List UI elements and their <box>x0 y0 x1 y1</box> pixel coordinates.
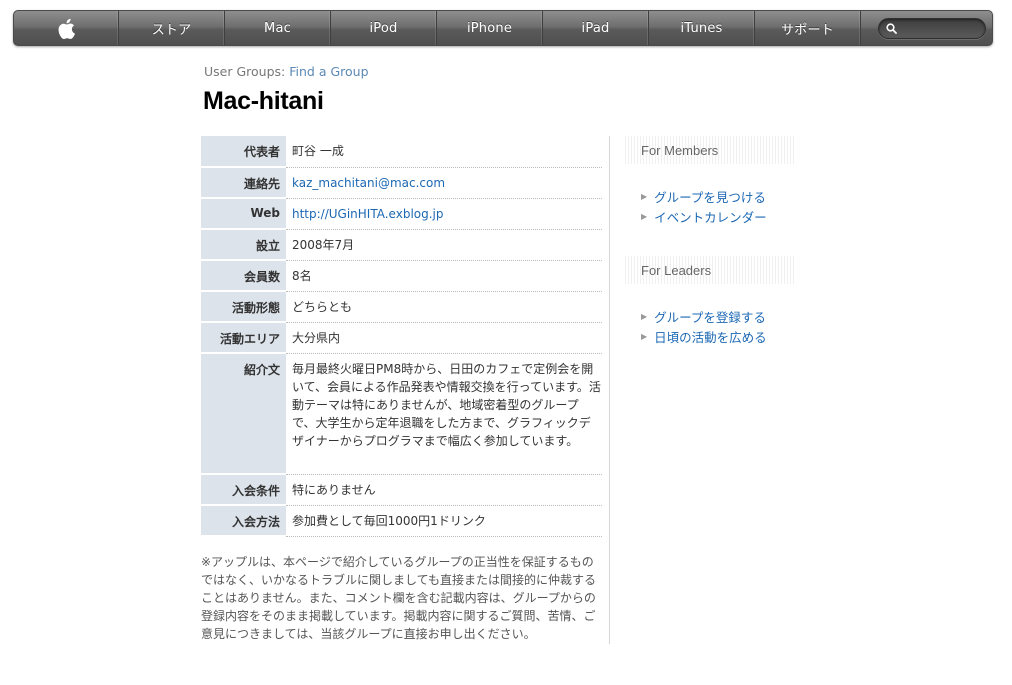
register-group-link[interactable]: グループを登録する <box>654 307 766 326</box>
table-row: Web http://UGinHITA.exblog.jp <box>201 198 602 230</box>
row-label: 会員数 <box>201 260 286 292</box>
row-value: 毎月最終火曜日PM8時から、日田のカフェで定例会を開いて、会員による作品発表や情… <box>286 353 602 475</box>
nav-ipad[interactable]: iPad <box>543 11 649 45</box>
list-item: ▶ イベントカレンダー <box>641 206 795 226</box>
sidebar-heading-members: For Members <box>625 136 795 164</box>
row-value: 町谷 一成 <box>286 136 602 168</box>
breadcrumb-prefix: User Groups: <box>204 64 286 79</box>
triangle-right-icon: ▶ <box>641 211 648 221</box>
row-value: kaz_machitani@mac.com <box>286 167 602 199</box>
nav-itunes[interactable]: iTunes <box>649 11 755 45</box>
row-value: 参加費として毎回1000円1ドリンク <box>286 505 602 537</box>
row-label: 連絡先 <box>201 167 286 199</box>
search-icon <box>886 22 897 34</box>
triangle-right-icon: ▶ <box>641 331 648 341</box>
find-group-link[interactable]: グループを見つける <box>654 187 766 206</box>
table-row: 会員数 8名 <box>201 260 602 292</box>
row-label: 活動エリア <box>201 322 286 354</box>
row-label: Web <box>201 198 286 230</box>
promote-activities-link[interactable]: 日頃の活動を広める <box>654 327 767 346</box>
row-value: 特にありません <box>286 474 602 506</box>
table-row: 紹介文 毎月最終火曜日PM8時から、日田のカフェで定例会を開いて、会員による作品… <box>201 353 602 475</box>
apple-logo-icon <box>58 18 75 39</box>
sidebar-heading-leaders: For Leaders <box>625 256 795 284</box>
row-label: 活動形態 <box>201 291 286 323</box>
nav-iphone[interactable]: iPhone <box>437 11 543 45</box>
group-details: 代表者 町谷 一成 連絡先 kaz_machitani@mac.com Web … <box>201 136 610 644</box>
row-value: 大分県内 <box>286 322 602 354</box>
disclaimer-text: ※アップルは、本ページで紹介しているグループの正当性を保証するものではなく、いか… <box>201 555 597 641</box>
list-item: ▶ 日頃の活動を広める <box>641 326 795 346</box>
row-label: 設立 <box>201 229 286 261</box>
nav-ipod[interactable]: iPod <box>331 11 437 45</box>
global-nav: ストア Mac iPod iPhone iPad iTunes サポート <box>13 10 993 46</box>
table-row: 連絡先 kaz_machitani@mac.com <box>201 167 602 199</box>
table-row: 活動形態 どちらとも <box>201 291 602 323</box>
page-title: Mac-hitani <box>203 87 324 115</box>
table-row: 設立 2008年7月 <box>201 229 602 261</box>
list-item: ▶ グループを見つける <box>641 186 795 206</box>
group-info-table: 代表者 町谷 一成 連絡先 kaz_machitani@mac.com Web … <box>201 136 602 537</box>
breadcrumb: User Groups: Find a Group <box>204 64 369 79</box>
sidebar: For Members ▶ グループを見つける ▶ イベントカレンダー For … <box>625 136 795 346</box>
nav-search-area <box>861 11 992 45</box>
row-label: 入会条件 <box>201 474 286 506</box>
contact-email-link[interactable]: kaz_machitani@mac.com <box>292 176 445 190</box>
row-value: 8名 <box>286 260 602 292</box>
list-item: ▶ グループを登録する <box>641 306 795 326</box>
table-row: 入会条件 特にありません <box>201 474 602 506</box>
nav-support[interactable]: サポート <box>755 11 861 45</box>
breadcrumb-find-a-group-link[interactable]: Find a Group <box>289 64 368 79</box>
table-row: 活動エリア 大分県内 <box>201 322 602 354</box>
event-calendar-link[interactable]: イベントカレンダー <box>654 207 767 226</box>
row-label: 入会方法 <box>201 505 286 537</box>
website-link[interactable]: http://UGinHITA.exblog.jp <box>292 207 444 221</box>
members-link-list: ▶ グループを見つける ▶ イベントカレンダー <box>625 186 795 226</box>
search-field[interactable] <box>878 17 986 39</box>
leaders-link-list: ▶ グループを登録する ▶ 日頃の活動を広める <box>625 306 795 346</box>
table-row: 代表者 町谷 一成 <box>201 136 602 168</box>
row-label: 紹介文 <box>201 353 286 475</box>
row-label: 代表者 <box>201 136 286 168</box>
triangle-right-icon: ▶ <box>641 191 648 201</box>
search-input[interactable] <box>901 21 981 35</box>
row-value: 2008年7月 <box>286 229 602 261</box>
nav-store[interactable]: ストア <box>119 11 225 45</box>
nav-apple-home[interactable] <box>14 11 119 45</box>
row-value: http://UGinHITA.exblog.jp <box>286 198 602 230</box>
nav-mac[interactable]: Mac <box>225 11 331 45</box>
triangle-right-icon: ▶ <box>641 311 648 321</box>
table-row: 入会方法 参加費として毎回1000円1ドリンク <box>201 505 602 537</box>
row-value: どちらとも <box>286 291 602 323</box>
